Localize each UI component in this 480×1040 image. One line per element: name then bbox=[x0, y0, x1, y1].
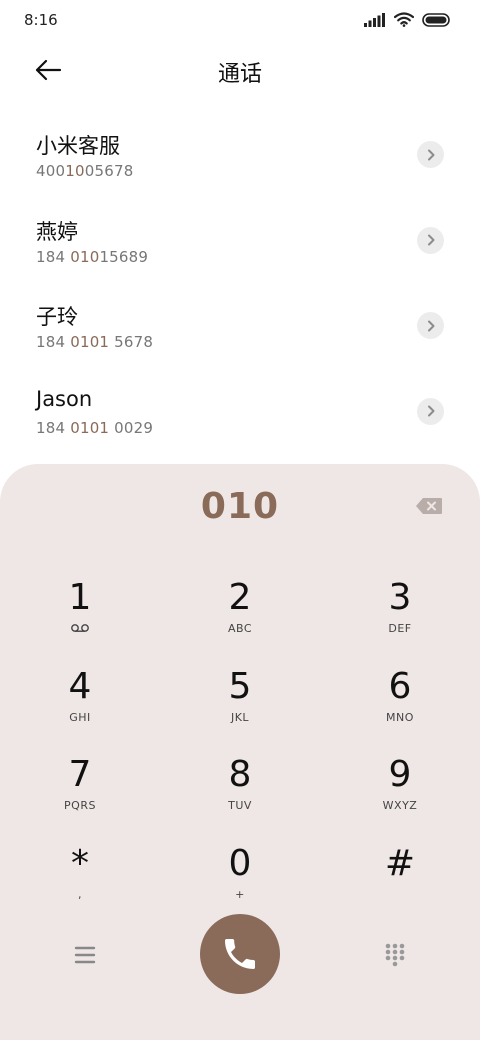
number-match: 0101 bbox=[70, 418, 110, 437]
key-5[interactable]: 5 JKL bbox=[160, 661, 320, 750]
contact-item[interactable]: 子玲 184 0101 5678 bbox=[0, 289, 480, 375]
contact-item[interactable]: 燕婷 184 01015689 bbox=[0, 204, 480, 290]
key-6[interactable]: 6 MNO bbox=[320, 661, 480, 750]
key-digit: 7 bbox=[68, 754, 92, 795]
key-8[interactable]: 8 TUV bbox=[160, 749, 320, 838]
contact-number: 184 0101 0029 bbox=[36, 419, 153, 437]
key-letters: ABC bbox=[227, 622, 253, 635]
contact-name: 子玲 bbox=[36, 305, 78, 329]
key-digit: # bbox=[384, 842, 416, 884]
key-letters: MNO bbox=[386, 710, 414, 724]
contact-name: 燕婷 bbox=[36, 219, 78, 244]
call-button[interactable] bbox=[200, 914, 280, 994]
key-digit: 2 bbox=[228, 577, 252, 618]
contact-item[interactable]: Jason 184 0101 0029 bbox=[0, 375, 480, 461]
number-part: 400 bbox=[36, 162, 66, 180]
key-star[interactable]: * , bbox=[0, 838, 160, 927]
contact-number: 4001005678 bbox=[36, 162, 133, 180]
header: 通话 bbox=[0, 44, 480, 96]
key-2[interactable]: 2 ABC bbox=[160, 572, 320, 661]
menu-icon bbox=[74, 946, 96, 964]
status-bar: 8:16 bbox=[0, 0, 480, 40]
contact-item[interactable]: 小米客服 4001005678 bbox=[0, 118, 480, 204]
chevron-right-icon bbox=[427, 234, 434, 246]
backspace-icon bbox=[416, 498, 442, 514]
keypad-grid: 1 2 ABC 3 DEF 4 GHI 5 JKL 6 MNO 7 PQRS 8… bbox=[0, 572, 480, 926]
number-part: 0029 bbox=[109, 418, 154, 437]
battery-icon bbox=[422, 12, 450, 27]
voicemail-icon bbox=[71, 624, 89, 632]
key-digit: 5 bbox=[228, 665, 252, 707]
menu-button[interactable] bbox=[70, 940, 100, 970]
number-part: 05678 bbox=[84, 162, 134, 180]
key-digit: 6 bbox=[388, 665, 412, 707]
key-digit: 9 bbox=[388, 754, 412, 795]
key-3[interactable]: 3 DEF bbox=[320, 572, 480, 661]
key-letters: , bbox=[78, 887, 82, 901]
chevron-right-icon bbox=[427, 149, 434, 160]
key-4[interactable]: 4 GHI bbox=[0, 661, 160, 750]
key-letters: WXYZ bbox=[382, 799, 418, 812]
key-9[interactable]: 9 WXYZ bbox=[320, 749, 480, 838]
key-digit: * bbox=[71, 842, 89, 884]
key-letters: GHI bbox=[69, 710, 91, 724]
key-7[interactable]: 7 PQRS bbox=[0, 749, 160, 838]
contact-detail-button[interactable] bbox=[417, 141, 444, 168]
key-digit: 3 bbox=[388, 577, 412, 618]
contact-number: 184 01015689 bbox=[36, 248, 148, 266]
phone-icon bbox=[225, 939, 255, 969]
key-hash[interactable]: # bbox=[320, 838, 480, 927]
number-match: 0101 bbox=[70, 333, 110, 351]
contact-list: 小米客服 4001005678 燕婷 184 01015689 子玲 184 0… bbox=[0, 118, 480, 460]
backspace-button[interactable] bbox=[414, 494, 444, 518]
dialed-number: 010 bbox=[200, 486, 280, 527]
number-match: 10 bbox=[65, 162, 85, 180]
contact-name: Jason bbox=[36, 386, 93, 411]
number-match: 010 bbox=[70, 247, 100, 266]
number-part: 5678 bbox=[109, 333, 154, 351]
keypad-toggle-button[interactable] bbox=[384, 942, 406, 968]
number-part: 184 bbox=[36, 333, 71, 351]
key-letters: + bbox=[235, 887, 245, 901]
status-icons bbox=[364, 12, 450, 27]
key-0[interactable]: 0 + bbox=[160, 838, 320, 927]
key-letters: PQRS bbox=[64, 799, 96, 812]
contact-number: 184 0101 5678 bbox=[36, 333, 153, 351]
contact-detail-button[interactable] bbox=[417, 226, 444, 254]
key-letters: TUV bbox=[228, 799, 252, 812]
key-1[interactable]: 1 bbox=[0, 572, 160, 661]
status-time: 8:16 bbox=[24, 11, 58, 29]
number-part: 184 bbox=[36, 418, 71, 437]
contact-name: 小米客服 bbox=[36, 134, 120, 158]
key-digit: 0 bbox=[228, 842, 252, 884]
contact-detail-button[interactable] bbox=[417, 312, 444, 339]
dialpad-actions bbox=[0, 914, 480, 996]
page-title: 通话 bbox=[217, 62, 262, 87]
chevron-right-icon bbox=[427, 405, 434, 417]
key-letters: JKL bbox=[230, 710, 250, 724]
number-part: 184 bbox=[36, 247, 71, 266]
key-letters: DEF bbox=[388, 622, 412, 635]
number-part: 15689 bbox=[99, 247, 149, 266]
signal-icon bbox=[364, 12, 385, 27]
wifi-icon bbox=[394, 12, 414, 27]
dialpad-panel: 010 1 2 ABC 3 DEF 4 GHI 5 JKL 6 MNO 7 PQ… bbox=[0, 464, 480, 1040]
key-digit: 8 bbox=[228, 754, 252, 795]
dialpad-icon bbox=[385, 943, 405, 967]
chevron-right-icon bbox=[427, 320, 434, 331]
key-digit: 4 bbox=[68, 665, 92, 707]
key-digit: 1 bbox=[68, 577, 92, 618]
contact-detail-button[interactable] bbox=[417, 397, 444, 425]
